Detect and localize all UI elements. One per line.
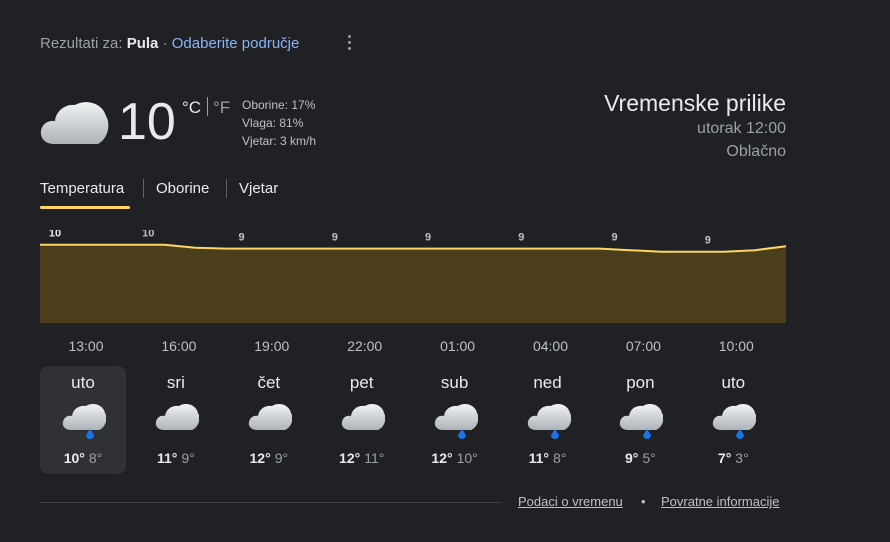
day-temps: 10° 8°: [40, 450, 126, 466]
weather-condition: Oblačno: [726, 143, 786, 160]
cloud-icon: [155, 399, 200, 446]
day-low: 8°: [553, 450, 567, 466]
day-high: 9°: [625, 450, 639, 466]
day-temps: 7° 3°: [690, 450, 776, 466]
separator-dot: ·: [162, 35, 168, 52]
cloud-icon: [248, 399, 293, 446]
day-temps: 12° 10°: [412, 450, 498, 466]
hour-tick-label: 16:00: [161, 338, 197, 354]
weather-data-link[interactable]: Podaci o vremenu: [518, 494, 623, 509]
unit-separator: [207, 97, 208, 116]
day-low: 10°: [456, 450, 478, 466]
day-high: 12°: [431, 450, 453, 466]
chart-data-label: 10: [142, 230, 154, 240]
humidity-stat: Vlaga: 81%: [242, 116, 304, 130]
day-high: 7°: [717, 450, 732, 466]
tab-precipitation[interactable]: Oborine: [156, 180, 209, 197]
chart-data-label: 9: [611, 232, 617, 244]
location-line: Rezultati za: Pula · Odaberite područje: [40, 35, 299, 52]
day-forecast-6[interactable]: pon 9° 5°: [597, 366, 683, 474]
wind-stat: Vjetar: 3 km/h: [242, 134, 317, 148]
chart-data-label: 9: [425, 232, 431, 244]
celsius-unit[interactable]: °C: [182, 98, 201, 118]
chart-data-label: 10: [49, 230, 61, 240]
cloud-rain-icon: [434, 399, 478, 446]
day-name: sri: [166, 373, 185, 392]
day-name: sub: [440, 373, 469, 392]
hour-tick-label: 19:00: [254, 338, 290, 354]
cloud-icon: [341, 399, 386, 446]
day-low: 11°: [364, 450, 385, 466]
chart-data-label: 9: [238, 232, 244, 244]
chart-data-label: 9: [705, 235, 711, 247]
hour-tick-label: 13:00: [68, 338, 104, 354]
location-name: Pula: [126, 35, 159, 52]
day-forecast-3[interactable]: pet 12° 11°: [319, 366, 405, 474]
day-high: 12°: [249, 450, 271, 466]
day-high: 11°: [156, 450, 178, 466]
hour-tick-label: 22:00: [347, 338, 383, 354]
hour-tick-label: 04:00: [532, 338, 569, 354]
choose-area-link[interactable]: Odaberite područje: [172, 35, 300, 52]
day-temps: 11° 9°: [133, 450, 219, 466]
cloud-rain-icon: [62, 399, 107, 446]
footer-dot: •: [641, 494, 646, 509]
hour-tick-label: 10:00: [718, 338, 754, 354]
cloud-rain-icon: [527, 399, 571, 446]
day-low: 9°: [181, 450, 195, 466]
day-name: uto: [71, 373, 95, 392]
cloud-rain-icon: [712, 399, 757, 446]
day-name: uto: [721, 373, 746, 392]
day-forecast-4[interactable]: sub 12° 10°: [412, 366, 498, 474]
tab-divider: [143, 179, 144, 198]
day-forecast-7[interactable]: uto 7° 3°: [690, 366, 776, 474]
cloud-icon: [40, 96, 110, 151]
chart-data-label: 9: [332, 232, 338, 244]
footer-divider: [40, 502, 501, 503]
day-temps: 9° 5°: [597, 450, 683, 466]
day-name: ned: [533, 373, 562, 392]
current-temperature: 10: [118, 93, 176, 151]
cloud-rain-icon: [619, 399, 664, 446]
fahrenheit-unit[interactable]: °F: [213, 98, 230, 118]
day-name: pet: [349, 373, 374, 392]
day-high: 10°: [63, 450, 85, 466]
day-forecast-0[interactable]: uto 10° 8°: [40, 366, 126, 474]
feedback-link[interactable]: Povratne informacije: [661, 494, 780, 509]
day-low: 5°: [642, 450, 656, 466]
day-forecast-2[interactable]: čet 12° 9°: [226, 366, 312, 474]
tab-divider: [226, 179, 227, 198]
day-temps: 11° 8°: [505, 450, 591, 466]
day-low: 8°: [88, 450, 103, 466]
precipitation-stat: Oborine: 17%: [242, 98, 316, 112]
day-low: 3°: [735, 450, 749, 466]
results-label: Rezultati za:: [40, 35, 123, 52]
weather-title: Vremenske prilike: [604, 90, 786, 116]
active-tab-indicator: [40, 206, 130, 209]
day-temps: 12° 11°: [319, 450, 405, 466]
tab-wind[interactable]: Vjetar: [239, 180, 278, 197]
temperature-area: [40, 244, 786, 323]
chart-data-label: 9: [518, 232, 524, 244]
day-forecast-1[interactable]: sri 11° 9°: [133, 366, 219, 474]
day-temps: 12° 9°: [226, 450, 312, 466]
hour-tick-label: 07:00: [625, 338, 661, 354]
temperature-chart: 10 10 9 9 9 9 9 9: [40, 230, 787, 323]
more-options-icon[interactable]: [342, 32, 356, 54]
day-name: čet: [257, 373, 281, 392]
day-high: 11°: [528, 450, 549, 466]
day-name: pon: [626, 373, 655, 392]
tab-temperature[interactable]: Temperatura: [40, 180, 124, 197]
day-low: 9°: [274, 450, 289, 466]
weather-time: utorak 12:00: [697, 120, 786, 137]
hour-tick-label: 01:00: [440, 338, 476, 354]
day-high: 12°: [339, 450, 361, 466]
day-forecast-5[interactable]: ned 11° 8°: [505, 366, 591, 474]
